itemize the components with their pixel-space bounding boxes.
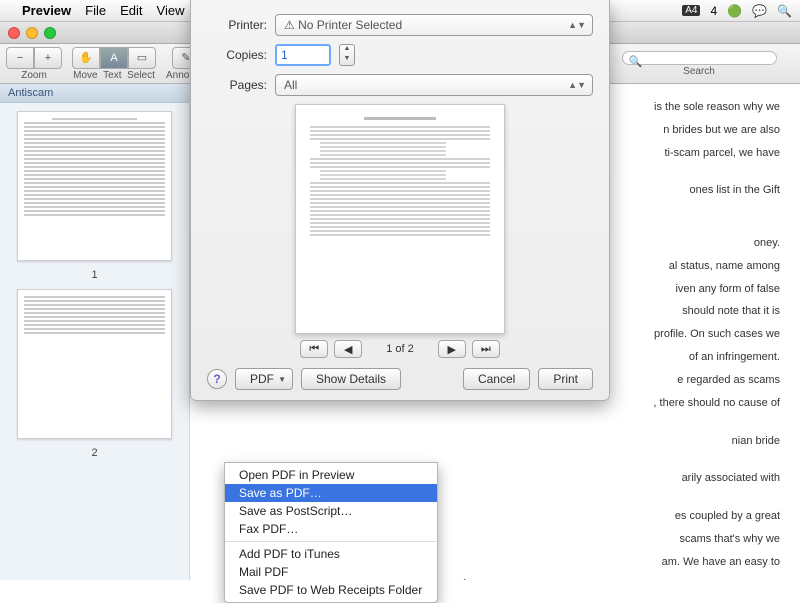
pages-select[interactable]: All ▲▼ bbox=[275, 74, 593, 96]
last-page-button[interactable]: ⏭ bbox=[472, 340, 500, 358]
chevron-updown-icon: ▲▼ bbox=[568, 80, 586, 90]
pages-label: Pages: bbox=[207, 78, 267, 92]
pdf-dropdown-button[interactable]: PDF▼ bbox=[235, 368, 293, 390]
search-input[interactable]: 🔍 bbox=[622, 51, 777, 65]
cancel-button[interactable]: Cancel bbox=[463, 368, 530, 390]
move-tool-button[interactable]: ✋ bbox=[72, 47, 100, 69]
app-menu[interactable]: Preview bbox=[22, 3, 71, 18]
search-label: Search bbox=[683, 66, 715, 77]
printer-select[interactable]: ⚠ No Printer Selected ▲▼ bbox=[275, 14, 593, 36]
page-nav: ⏮ ◀ 1 of 2 ▶ ⏭ bbox=[207, 340, 593, 358]
print-dialog-sheet: Printer: ⚠ No Printer Selected ▲▼ Copies… bbox=[190, 0, 610, 401]
chevron-updown-icon: ▲▼ bbox=[568, 20, 586, 30]
copies-stepper[interactable]: ▲▼ bbox=[339, 44, 355, 66]
pages-value: All bbox=[284, 78, 297, 92]
pdf-dropdown-menu: Open PDF in Preview Save as PDF… Save as… bbox=[224, 462, 438, 603]
spotlight-menuextra-icon[interactable]: 🔍 bbox=[777, 4, 792, 18]
menu-file[interactable]: File bbox=[85, 3, 106, 18]
sidebar-document-title: Antiscam bbox=[0, 84, 189, 103]
adobe-menuextra-icon[interactable]: A4 bbox=[682, 5, 700, 16]
itunes-menuextra-icon[interactable]: 🟢 bbox=[727, 4, 742, 18]
menuextra-count: 4 bbox=[710, 4, 717, 18]
print-button[interactable]: Print bbox=[538, 368, 593, 390]
print-preview bbox=[295, 104, 505, 334]
menu-view[interactable]: View bbox=[157, 3, 185, 18]
select-tool-button[interactable]: ▭ bbox=[128, 47, 156, 69]
next-page-button[interactable]: ▶ bbox=[438, 340, 466, 358]
printer-value: ⚠ No Printer Selected bbox=[284, 18, 402, 32]
search-group: 🔍 Search bbox=[604, 51, 794, 77]
page-thumbnail-1[interactable] bbox=[17, 111, 172, 261]
text-tool-button[interactable]: A bbox=[100, 47, 128, 69]
thumbnail-label-2: 2 bbox=[91, 447, 97, 459]
help-button[interactable]: ? bbox=[207, 369, 227, 389]
menu-mail-pdf[interactable]: Mail PDF bbox=[225, 563, 437, 581]
first-page-button[interactable]: ⏮ bbox=[300, 340, 328, 358]
zoom-group: − + Zoom bbox=[6, 47, 62, 81]
copies-label: Copies: bbox=[207, 48, 267, 62]
zoom-out-button[interactable]: − bbox=[6, 47, 34, 69]
menu-save-pdf-web-receipts[interactable]: Save PDF to Web Receipts Folder bbox=[225, 581, 437, 599]
zoom-label: Zoom bbox=[21, 70, 47, 81]
page-thumbnail-2[interactable] bbox=[17, 289, 172, 439]
copies-input[interactable] bbox=[275, 44, 331, 66]
menu-edit[interactable]: Edit bbox=[120, 3, 142, 18]
chevron-down-icon: ▼ bbox=[278, 375, 286, 384]
show-details-button[interactable]: Show Details bbox=[301, 368, 401, 390]
menubar-extras: A4 4 🟢 💬 🔍 bbox=[682, 4, 792, 18]
search-field[interactable] bbox=[645, 52, 768, 64]
menu-add-pdf-itunes[interactable]: Add PDF to iTunes bbox=[225, 545, 437, 563]
zoom-in-button[interactable]: + bbox=[34, 47, 62, 69]
menu-fax-pdf[interactable]: Fax PDF… bbox=[225, 520, 437, 538]
menu-open-pdf-preview[interactable]: Open PDF in Preview bbox=[225, 466, 437, 484]
thumbnail-label-1: 1 bbox=[91, 269, 97, 281]
thumbnails-sidebar: Antiscam 1 2 bbox=[0, 84, 190, 580]
menu-save-as-postscript[interactable]: Save as PostScript… bbox=[225, 502, 437, 520]
menu-save-as-pdf[interactable]: Save as PDF… bbox=[225, 484, 437, 502]
printer-label: Printer: bbox=[207, 18, 267, 32]
tool-group: ✋ A ▭ Move Text Select bbox=[72, 47, 156, 81]
chat-menuextra-icon[interactable]: 💬 bbox=[752, 4, 767, 18]
prev-page-button[interactable]: ◀ bbox=[334, 340, 362, 358]
search-icon: 🔍 bbox=[629, 55, 643, 68]
page-indicator: 1 of 2 bbox=[386, 343, 414, 355]
